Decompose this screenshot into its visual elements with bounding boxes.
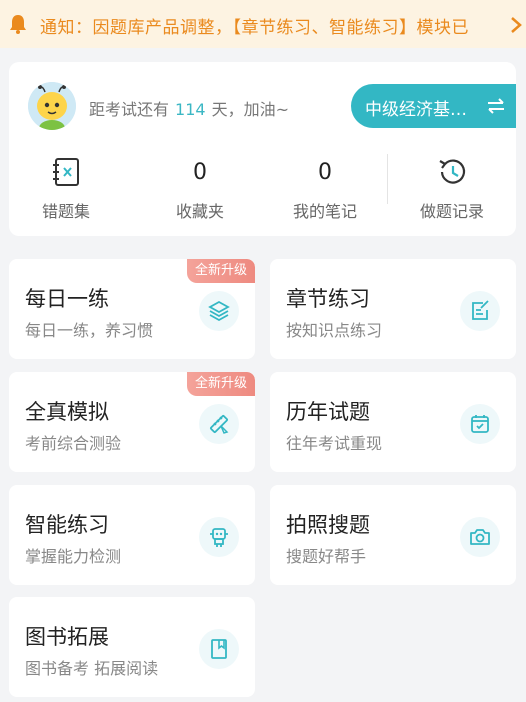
profile-card: 距考试还有 114 天，加油~ 中级经济基… 错题集 0 收藏夹 0 我的笔记 [9, 62, 516, 236]
smart-practice-card[interactable]: 智能练习 掌握能力检测 [9, 485, 255, 585]
favorites-entry[interactable]: 0 收藏夹 [145, 154, 255, 224]
bee-avatar-icon [28, 82, 76, 130]
notice-text: 通知：因题库产品调整，【章节练习、智能练习】模块已 [40, 18, 469, 38]
card-title: 历年试题 [286, 400, 370, 424]
new-upgrade-badge: 全新升级 [186, 259, 255, 283]
card-subtitle: 搜题好帮手 [286, 547, 367, 566]
wrong-book-icon [53, 158, 79, 186]
card-subtitle: 往年考试重现 [286, 434, 383, 453]
card-title: 图书拓展 [25, 625, 109, 649]
stats-row: 错题集 0 收藏夹 0 我的笔记 做题记录 [9, 154, 516, 224]
notes-entry[interactable]: 0 我的笔记 [270, 154, 380, 224]
notes-label: 我的笔记 [292, 202, 357, 221]
robot-icon [199, 517, 239, 557]
exam-switch-button[interactable]: 中级经济基… [351, 84, 516, 128]
bell-icon [10, 15, 26, 34]
favorites-count: 0 [193, 160, 207, 185]
card-title: 全真模拟 [25, 400, 109, 424]
card-subtitle: 每日一练，养习惯 [25, 321, 154, 340]
notice-bar[interactable]: 通知：因题库产品调整，【章节练习、智能练习】模块已 [0, 0, 526, 48]
daily-practice-card[interactable]: 全新升级 每日一练 每日一练，养习惯 [9, 259, 255, 359]
chapter-practice-card[interactable]: 章节练习 按知识点练习 [270, 259, 516, 359]
mock-exam-card[interactable]: 全新升级 全真模拟 考前综合测验 [9, 372, 255, 472]
card-title: 章节练习 [286, 287, 370, 311]
notes-count: 0 [318, 160, 332, 185]
favorites-label: 收藏夹 [175, 202, 224, 221]
avatar[interactable] [28, 82, 76, 130]
card-subtitle: 掌握能力检测 [25, 547, 122, 566]
new-upgrade-badge: 全新升级 [186, 372, 255, 396]
card-title: 智能练习 [25, 513, 109, 537]
swap-icon [488, 98, 504, 114]
stats-divider [387, 154, 388, 204]
book-icon [199, 629, 239, 669]
countdown-suffix: 天，加油~ [211, 100, 289, 119]
chevron-right-icon[interactable] [510, 16, 522, 34]
card-subtitle: 按知识点练习 [286, 321, 383, 340]
history-icon [439, 159, 466, 184]
card-subtitle: 考前综合测验 [25, 434, 122, 453]
book-extension-card[interactable]: 图书拓展 图书备考 拓展阅读 [9, 597, 255, 697]
card-subtitle: 图书备考 拓展阅读 [25, 659, 159, 678]
wrong-questions-entry[interactable]: 错题集 [11, 154, 121, 224]
history-entry[interactable]: 做题记录 [397, 154, 507, 224]
pen-ruler-icon [199, 404, 239, 444]
card-title: 拍照搜题 [286, 513, 370, 537]
card-title: 每日一练 [25, 287, 109, 311]
history-label: 做题记录 [419, 202, 484, 221]
camera-icon [460, 517, 500, 557]
layers-icon [199, 291, 239, 331]
edit-note-icon [460, 291, 500, 331]
countdown-prefix: 距考试还有 [89, 100, 170, 119]
wrong-questions-label: 错题集 [41, 202, 90, 221]
past-exams-card[interactable]: 历年试题 往年考试重现 [270, 372, 516, 472]
photo-search-card[interactable]: 拍照搜题 搜题好帮手 [270, 485, 516, 585]
calendar-check-icon [460, 404, 500, 444]
exam-name: 中级经济基… [365, 100, 467, 120]
exam-countdown: 距考试还有 114 天，加油~ [89, 96, 289, 120]
countdown-days: 114 [175, 100, 206, 119]
